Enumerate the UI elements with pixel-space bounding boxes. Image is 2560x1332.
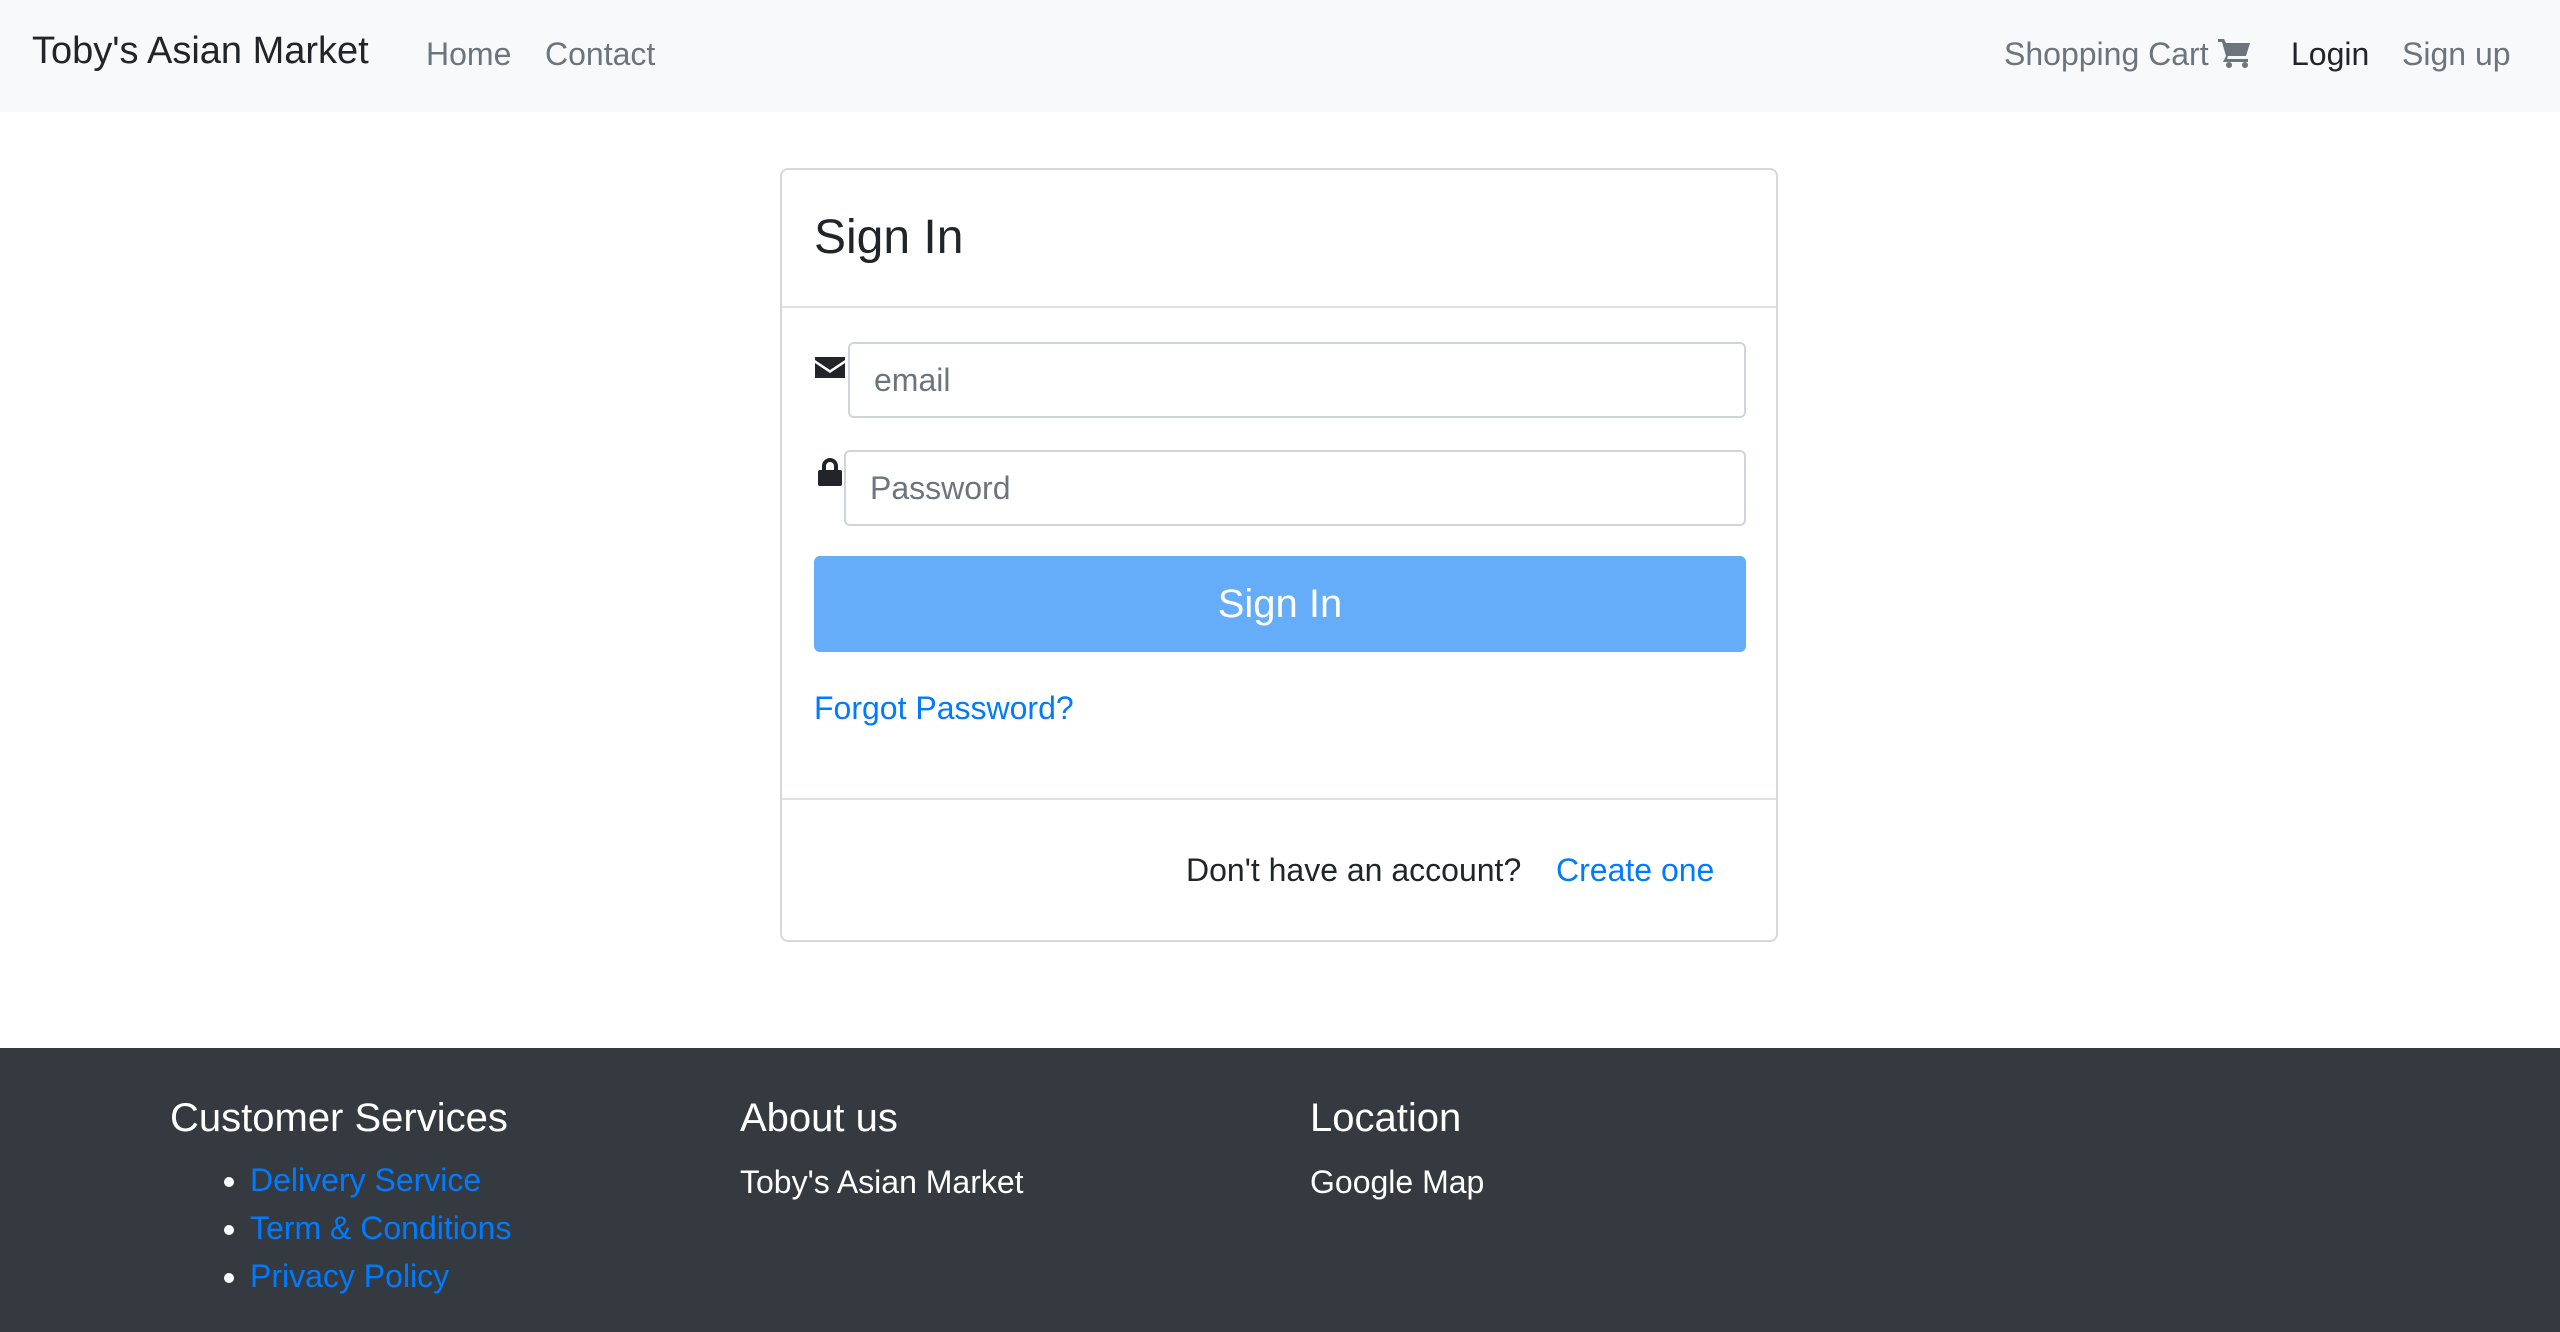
list-item: Privacy Policy bbox=[250, 1252, 511, 1300]
forgot-password-link[interactable]: Forgot Password? bbox=[814, 690, 1074, 727]
brand-link[interactable]: Toby's Asian Market bbox=[32, 30, 369, 73]
create-account-link[interactable]: Create one bbox=[1556, 852, 1714, 889]
list-item: Term & Conditions bbox=[250, 1204, 511, 1252]
nav-login-link[interactable]: Login bbox=[2291, 36, 2369, 73]
list-item: Delivery Service bbox=[250, 1156, 511, 1204]
nav-contact-link[interactable]: Contact bbox=[545, 36, 655, 73]
customer-services-heading: Customer Services bbox=[170, 1096, 508, 1140]
signin-card-header: Sign In bbox=[782, 170, 1776, 308]
about-us-heading: About us bbox=[740, 1096, 898, 1140]
signin-card-footer: Don't have an account? Create one bbox=[782, 798, 1776, 942]
envelope-icon bbox=[815, 357, 845, 378]
no-account-text: Don't have an account? bbox=[1186, 852, 1522, 888]
nav-shopping-cart-link[interactable]: Shopping Cart bbox=[2004, 36, 2253, 73]
site-footer: Customer Services Delivery Service Term … bbox=[0, 1048, 2560, 1332]
signin-button[interactable]: Sign In bbox=[814, 556, 1746, 652]
signin-title: Sign In bbox=[814, 211, 964, 264]
top-navbar: Toby's Asian Market Home Contact Shoppin… bbox=[0, 0, 2560, 112]
google-map-text: Google Map bbox=[1310, 1164, 1485, 1200]
about-us-text: Toby's Asian Market bbox=[740, 1164, 1024, 1200]
terms-conditions-link[interactable]: Term & Conditions bbox=[250, 1210, 511, 1246]
privacy-policy-link[interactable]: Privacy Policy bbox=[250, 1258, 449, 1294]
password-input[interactable] bbox=[844, 450, 1746, 526]
delivery-service-link[interactable]: Delivery Service bbox=[250, 1162, 481, 1198]
nav-signup-link[interactable]: Sign up bbox=[2402, 36, 2511, 73]
shopping-cart-icon bbox=[2217, 39, 2250, 68]
customer-services-list: Delivery Service Term & Conditions Priva… bbox=[170, 1156, 511, 1300]
lock-icon bbox=[818, 458, 842, 486]
signin-card: Sign In Sign In Forgot Password? Don't h… bbox=[780, 168, 1778, 942]
location-heading: Location bbox=[1310, 1096, 1462, 1140]
nav-shopping-cart-label: Shopping Cart bbox=[2004, 36, 2209, 72]
email-input[interactable] bbox=[848, 342, 1746, 418]
nav-home-link[interactable]: Home bbox=[426, 36, 511, 73]
